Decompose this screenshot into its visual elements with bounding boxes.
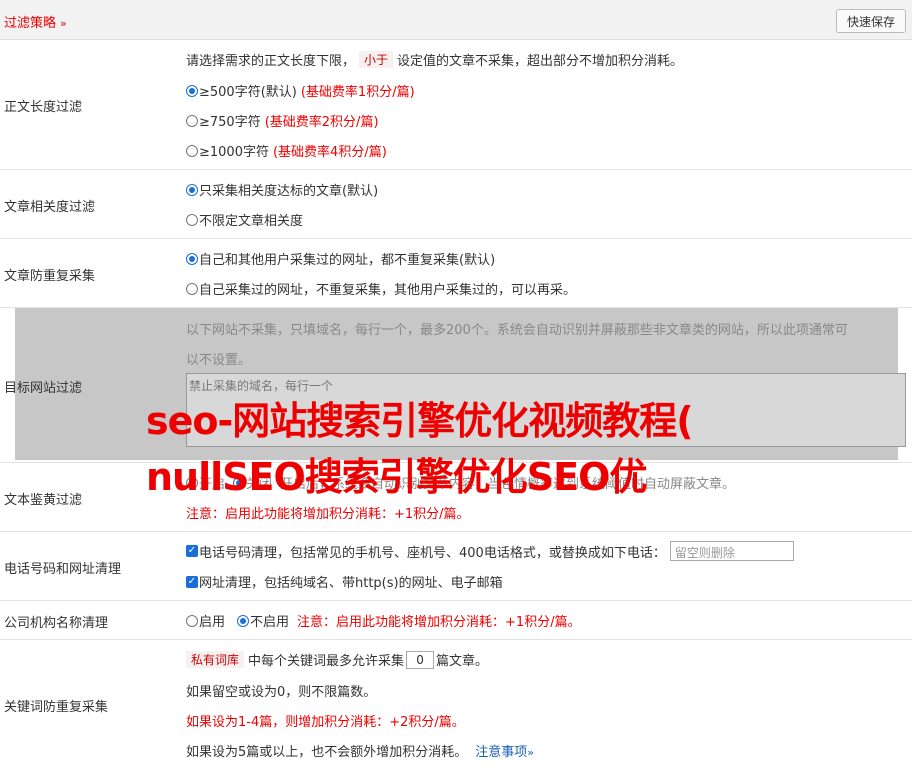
url-clean-option[interactable]: ✓ 网址清理，包括纯域名、带http(s)的网址、电子邮箱 [186,572,503,591]
relevance-filter-row: 文章相关度过滤 只采集相关度达标的文章(默认) 不限定文章相关度 [0,170,912,239]
section-title[interactable]: 过滤策略» [4,12,67,31]
row-label: 正文长度过滤 [4,100,83,115]
radio-button[interactable] [186,183,198,196]
private-lexicon-tag[interactable]: 私有词库 [186,651,245,668]
replacement-phone-input[interactable]: 留空则删除 [669,541,794,561]
phone-clean-option[interactable]: ✓ 电话号码清理，包括常见的手机号、座机号、400电话格式，或替换成如下电话： … [186,541,794,561]
less-than-tag: 小于 [359,51,394,68]
watermark-line-1: seo-网站搜索引擎优化视频教程( [146,399,694,443]
relevance-option-unlimited[interactable]: 不限定文章相关度 [186,210,303,229]
keyword-note-4: 如果设为5篇或以上，也不会额外增加积分消耗。 注意事项» [186,741,534,760]
quick-save-button[interactable]: 快速保存 [836,9,906,33]
radio-button[interactable] [186,213,198,226]
phone-clean-row: 电话号码和网址清理 ✓ 电话号码清理，包括常见的手机号、座机号、400电话格式，… [0,532,912,601]
watermark-line-2: nullSEO搜索引擎优化SEO优 [146,455,647,499]
max-articles-input[interactable]: 0 [406,650,435,669]
text-check-note: 注意：启用此功能将增加积分消耗：+1积分/篇。 [186,507,470,522]
chevron-down-icon: » [60,17,67,30]
keyword-dedupe-row: 关键词防重复采集 私有词库 中每个关键词最多允许采集 0 篇文章。 如果留空或设… [0,640,912,768]
row-label: 文本鉴黄过滤 [4,493,83,508]
radio-button[interactable] [186,252,198,265]
row-label: 文章防重复采集 [4,269,96,284]
length-option-1000[interactable]: ≥1000字符 (基础费率4积分/篇) [186,141,387,160]
company-clean-row: 公司机构名称清理 启用 不启用 注意：启用此功能将增加积分消耗：+1积分/篇。 [0,601,912,640]
length-option-500[interactable]: ≥500字符(默认) (基础费率1积分/篇) [186,81,415,100]
strategy-header: 过滤策略» 快速保存 [0,0,912,40]
radio-button[interactable] [186,84,198,97]
target-site-desc-2: 以不设置。 [186,353,252,368]
radio-button[interactable] [186,282,198,295]
radio-button[interactable] [186,614,198,627]
notes-link[interactable]: 注意事项» [475,741,534,760]
row-label: 文章相关度过滤 [4,200,96,215]
row-label: 关键词防重复采集 [4,700,109,715]
row-label: 目标网站过滤 [4,381,83,396]
length-filter-desc: 请选择需求的正文长度下限， 小于 设定值的文章不采集，超出部分不增加积分消耗。 [186,51,684,69]
dedupe-option-self[interactable]: 自己采集过的网址，不重复采集，其他用户采集过的，可以再采。 [186,279,576,298]
relevance-option-qualified[interactable]: 只采集相关度达标的文章(默认) [186,180,378,199]
checkbox-checked[interactable]: ✓ [186,545,198,557]
target-site-desc-1: 以下网站不采集，只填域名，每行一个，最多200个。系统会自动识别并屏蔽那些非文章… [186,323,848,338]
dedupe-option-all[interactable]: 自己和其他用户采集过的网址，都不重复采集(默认) [186,249,495,268]
keyword-limit-line: 私有词库 中每个关键词最多允许采集 0 篇文章。 [186,650,488,669]
row-label: 公司机构名称清理 [4,616,109,631]
company-clean-options[interactable]: 启用 不启用 注意：启用此功能将增加积分消耗：+1积分/篇。 [186,611,581,630]
keyword-note-2: 如果留空或设为0，则不限篇数。 [186,685,377,700]
length-option-750[interactable]: ≥750字符 (基础费率2积分/篇) [186,111,379,130]
radio-button[interactable] [186,144,198,157]
chevron-down-icon: » [527,746,535,759]
radio-button[interactable] [237,614,250,627]
row-label: 电话号码和网址清理 [4,562,122,577]
length-filter-row: 正文长度过滤 请选择需求的正文长度下限， 小于 设定值的文章不采集，超出部分不增… [0,40,912,170]
dedupe-row: 文章防重复采集 自己和其他用户采集过的网址，都不重复采集(默认) 自己采集过的网… [0,239,912,308]
keyword-note-3: 如果设为1-4篇，则增加积分消耗：+2积分/篇。 [186,715,465,730]
radio-button[interactable] [186,114,198,127]
checkbox-checked[interactable]: ✓ [186,575,198,588]
